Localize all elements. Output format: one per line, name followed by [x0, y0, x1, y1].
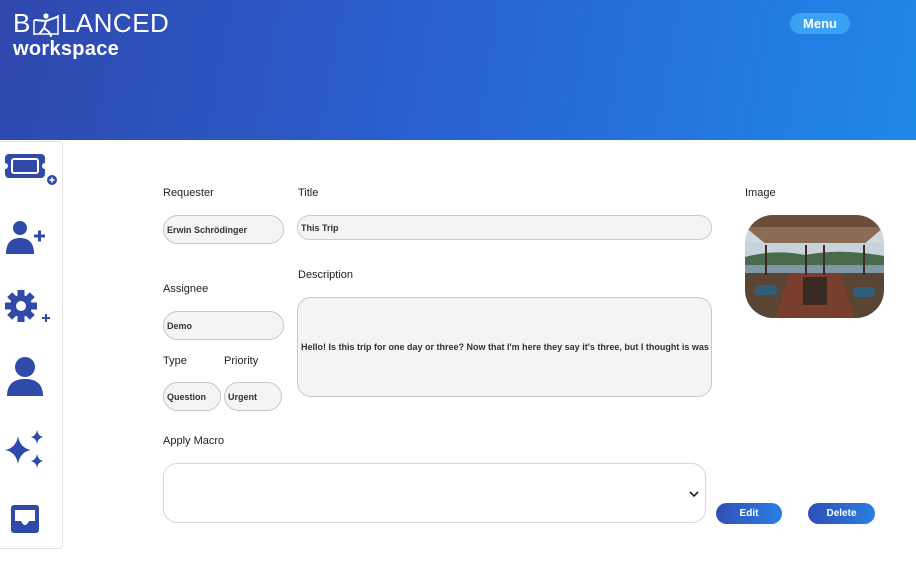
chevron-down-icon: [689, 491, 699, 498]
requester-field[interactable]: Erwin Schrödinger: [163, 215, 284, 244]
description-label: Description: [298, 269, 354, 281]
sidebar-item-add-user[interactable]: [0, 218, 60, 258]
delete-button[interactable]: Delete: [808, 503, 875, 524]
brand-logo[interactable]: B LANCED: [13, 8, 169, 39]
boat-deck-photo: [745, 215, 884, 318]
logo-text-end: LANCED: [60, 8, 170, 38]
sidebar-item-new-ticket[interactable]: [0, 148, 60, 188]
priority-field[interactable]: Urgent: [224, 382, 282, 411]
sparkles-icon: [5, 430, 43, 468]
menu-button[interactable]: Menu: [790, 13, 850, 34]
assignee-label: Assignee: [163, 283, 209, 295]
sidebar-item-ai[interactable]: [0, 428, 60, 472]
type-field[interactable]: Question: [163, 382, 221, 411]
logo-subtitle: workspace: [13, 38, 120, 60]
inbox-icon: [11, 505, 39, 533]
ticket-image[interactable]: [745, 215, 884, 318]
title-field[interactable]: This Trip: [297, 215, 712, 240]
assignee-field[interactable]: Demo: [163, 311, 284, 340]
sidebar-item-inbox[interactable]: [0, 500, 60, 540]
priority-label: Priority: [224, 355, 259, 367]
sidebar-item-profile[interactable]: [0, 354, 60, 398]
app-header: B LANCED workspace Menu: [0, 0, 916, 140]
logo-text-start: B: [13, 8, 31, 38]
edit-button[interactable]: Edit: [716, 503, 782, 524]
apply-macro-label: Apply Macro: [163, 435, 225, 447]
user-icon: [7, 357, 43, 396]
add-user-icon: [6, 221, 45, 254]
apply-macro-select[interactable]: [163, 463, 706, 523]
type-label: Type: [163, 355, 187, 367]
image-label: Image: [745, 187, 776, 199]
new-ticket-icon: [2, 154, 57, 185]
description-field[interactable]: Hello! Is this trip for one day or three…: [297, 297, 712, 397]
sidebar-item-add-settings[interactable]: [0, 288, 60, 328]
add-settings-icon: [5, 290, 50, 322]
requester-label: Requester: [163, 187, 214, 199]
title-label: Title: [298, 187, 319, 199]
sidebar: [0, 141, 63, 549]
logo-figure-icon: [32, 11, 60, 37]
